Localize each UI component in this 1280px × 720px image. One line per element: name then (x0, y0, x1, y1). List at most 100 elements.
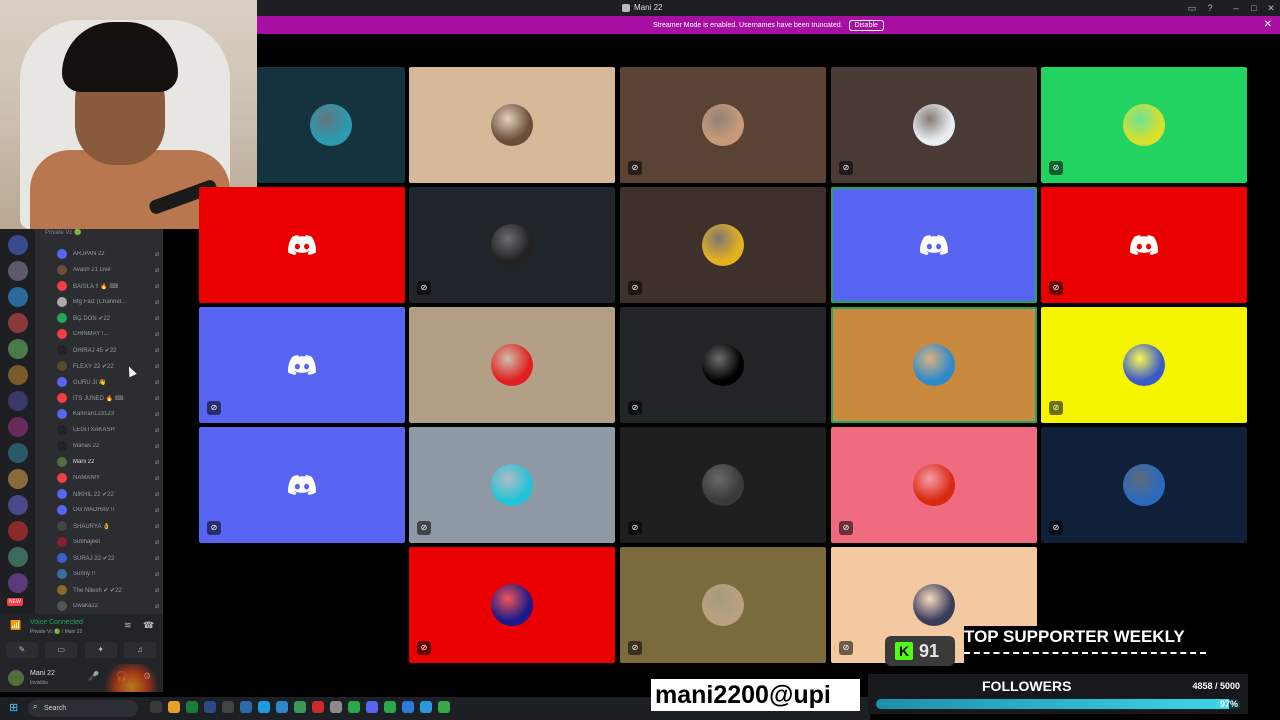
app-icon[interactable] (294, 701, 306, 713)
app-icon[interactable] (420, 701, 432, 713)
participant-tile[interactable]: ⊘ (620, 307, 826, 423)
server-icon[interactable] (8, 469, 28, 489)
voice-member[interactable]: ARJPAN 22 ⌀ (57, 247, 161, 261)
server-icon[interactable] (8, 339, 28, 359)
voice-member[interactable]: LEGITXAKASH ⌀ (57, 423, 161, 437)
noise-suppression-icon[interactable]: ≋ (124, 620, 132, 631)
inbox-icon[interactable]: ▭ (1186, 2, 1198, 14)
discord-taskbar-icon[interactable] (366, 701, 378, 713)
participant-tile[interactable]: ⊘ (1041, 187, 1247, 303)
voice-member[interactable]: Sunny !! ⌀ (57, 567, 161, 581)
voice-member[interactable]: Subhajeet ⌀ (57, 535, 161, 549)
server-icon[interactable] (8, 287, 28, 307)
voice-member[interactable]: NAMAN!!! ⌀ (57, 471, 161, 485)
server-icon[interactable] (8, 521, 28, 541)
voice-member[interactable]: SHAURYA 👌 ⌀ (57, 519, 161, 533)
app-icon[interactable] (276, 701, 288, 713)
participant-tile[interactable]: ⊘ (1041, 67, 1247, 183)
disable-streamer-mode-button[interactable]: Disable (848, 19, 884, 31)
participant-tile[interactable] (831, 307, 1037, 423)
app-icon[interactable] (402, 701, 414, 713)
server-icon[interactable] (8, 417, 28, 437)
server-icon[interactable] (8, 261, 28, 281)
camera-button[interactable]: ✎ (6, 642, 38, 658)
participant-tile[interactable] (257, 67, 405, 183)
voice-member[interactable]: BĢ DON ✔22 ⌀ (57, 311, 161, 325)
close-window-button[interactable]: ✕ (1265, 2, 1277, 14)
user-avatar[interactable] (8, 670, 24, 686)
participant-tile[interactable] (199, 187, 405, 303)
voice-member[interactable]: NIKHIL 22 ✔22 ⌀ (57, 487, 161, 501)
voice-channel-header[interactable]: Private Vc 🟢 (45, 229, 81, 236)
participant-tile[interactable]: ⊘ (620, 427, 826, 543)
voice-connected-status[interactable]: Voice Connected (30, 619, 83, 626)
chrome-icon[interactable] (438, 701, 450, 713)
voice-member[interactable]: SURAJ 22 ✔22 ⌀ (57, 551, 161, 565)
participant-tile[interactable]: ⊘ (199, 427, 405, 543)
server-icon[interactable] (8, 495, 28, 515)
server-icon[interactable] (8, 547, 28, 567)
voice-member[interactable]: BAISLA !! 🔥 ⌨ ⌀ (57, 279, 161, 293)
server-icon[interactable] (8, 235, 28, 255)
participant-tile[interactable]: ⊘ (1041, 307, 1247, 423)
participant-tile[interactable] (409, 67, 615, 183)
browser-icon[interactable] (258, 701, 270, 713)
participant-tile[interactable]: ⊘ (409, 547, 615, 663)
voice-member[interactable]: Mani 22 ⌀ (57, 455, 161, 469)
app-icon[interactable] (204, 701, 216, 713)
headphones-icon[interactable]: 🎧 (116, 671, 127, 682)
voice-member[interactable]: Dwaka22 ⌀ (57, 599, 161, 613)
disconnect-icon[interactable]: ☎ (143, 620, 154, 631)
task-view-icon[interactable] (150, 701, 162, 713)
voice-member[interactable]: Avash 21 Live ⌀ (57, 263, 161, 277)
voice-member[interactable]: FLEXY 22 ✔22 ⌀ (57, 359, 161, 373)
microphone-icon[interactable]: 🎤 (88, 671, 99, 682)
participant-tile[interactable]: ⊘ (620, 67, 826, 183)
voice-member[interactable]: CHINMAY !... ⌀ (57, 327, 161, 341)
voice-member[interactable]: Manas 22 ⌀ (57, 439, 161, 453)
voice-member[interactable]: Bfg Faiz (Channel... ⌀ (57, 295, 161, 309)
participant-tile[interactable]: ⊘ (620, 547, 826, 663)
participant-tile[interactable] (831, 187, 1037, 303)
edge-icon[interactable] (240, 701, 252, 713)
settings-gear-icon[interactable]: ⚙ (143, 671, 151, 682)
voice-channel-path[interactable]: Private Vc 🟢 / Mani 22 (30, 629, 82, 635)
screen-share-button[interactable]: ▭ (45, 642, 78, 658)
chrome-icon[interactable] (384, 701, 396, 713)
server-icon[interactable] (8, 443, 28, 463)
participant-tile[interactable]: ⊘ (831, 67, 1037, 183)
participant-tile[interactable]: ⊘ (409, 187, 615, 303)
participant-tile[interactable]: ⊘ (831, 427, 1037, 543)
voice-member[interactable]: The Nilesh ✔ ✔22 ⌀ (57, 583, 161, 597)
participant-tile[interactable]: ⊘ (409, 427, 615, 543)
soundboard-button[interactable]: ♫ (123, 642, 156, 658)
windows-start-icon[interactable]: ⊞ (9, 702, 21, 714)
excel-icon[interactable] (186, 701, 198, 713)
server-icon[interactable] (8, 391, 28, 411)
voice-member[interactable]: Kamran123123 ⌀ (57, 407, 161, 421)
server-icon[interactable] (8, 313, 28, 333)
server-icon[interactable] (8, 573, 28, 593)
server-icon[interactable] (8, 365, 28, 385)
help-icon[interactable]: ? (1204, 2, 1216, 14)
app-icon[interactable] (330, 701, 342, 713)
participant-tile[interactable]: ⊘ (620, 187, 826, 303)
participant-tile[interactable]: ⊘ (1041, 427, 1247, 543)
voice-member[interactable]: ITS JUNED 🔥 ⌨ ⌀ (57, 391, 161, 405)
file-explorer-icon[interactable] (168, 701, 180, 713)
activities-button[interactable]: ✦ (84, 642, 117, 658)
voice-member[interactable]: OG MADHAV !! ⌀ (57, 503, 161, 517)
app-icon[interactable] (312, 701, 324, 713)
signal-icon[interactable]: 📶 (10, 620, 22, 632)
close-banner-icon[interactable]: ✕ (1264, 19, 1272, 30)
obs-icon[interactable] (222, 701, 234, 713)
minimize-button[interactable]: – (1230, 2, 1242, 14)
voice-member[interactable]: DHIRAJ 45 ✔22 ⌀ (57, 343, 161, 357)
user-name[interactable]: Mani 22 (30, 670, 55, 677)
participant-tile[interactable]: ⊘ (199, 307, 405, 423)
taskbar-search[interactable]: Search (28, 700, 138, 717)
chrome-icon[interactable] (348, 701, 360, 713)
voice-member[interactable]: GURU JI 👋 ⌀ (57, 375, 161, 389)
maximize-button[interactable]: □ (1248, 2, 1260, 14)
participant-tile[interactable] (409, 307, 615, 423)
